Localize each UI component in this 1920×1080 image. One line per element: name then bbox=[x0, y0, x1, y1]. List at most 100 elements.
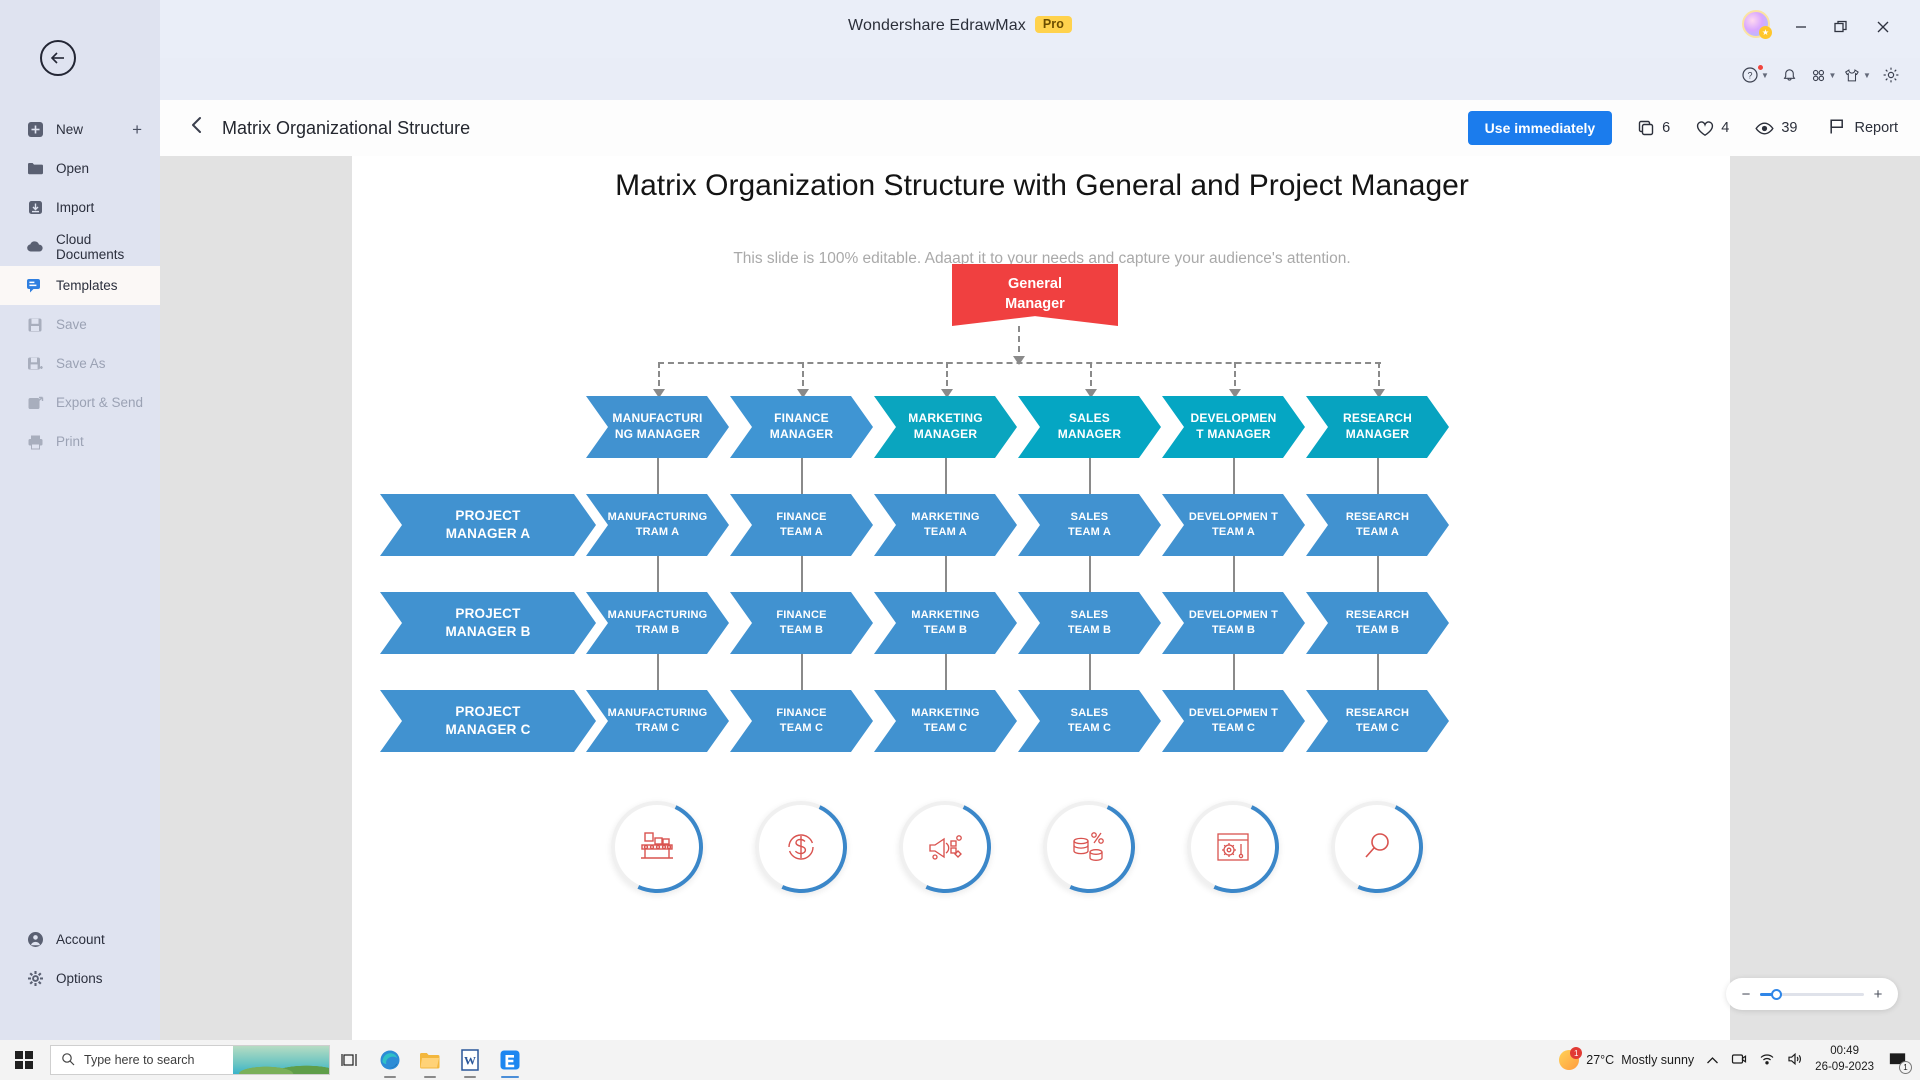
grid-apps-icon[interactable]: ▼ bbox=[1808, 61, 1838, 89]
sidebar-item-import[interactable]: Import bbox=[0, 188, 160, 227]
sidebar-item-new[interactable]: New + bbox=[0, 110, 160, 149]
sidebar-item-label: Account bbox=[56, 932, 105, 947]
save-as-icon bbox=[26, 355, 44, 373]
sidebar-item-cloud-documents[interactable]: Cloud Documents bbox=[0, 227, 160, 266]
node-matrix-a-2[interactable]: FINANCE TEAM A bbox=[730, 494, 873, 556]
back-button[interactable] bbox=[40, 40, 76, 76]
sidebar-item-account[interactable]: Account bbox=[0, 920, 160, 959]
windows-taskbar: Type here to search W 1 27°C Mostly sunn… bbox=[0, 1040, 1920, 1080]
network-wifi-icon[interactable] bbox=[1759, 1052, 1775, 1068]
zoom-slider-track[interactable] bbox=[1760, 988, 1864, 1000]
node-matrix-b-1[interactable]: MANUFACTURING TRAM B bbox=[586, 592, 729, 654]
footer-icon-dollar[interactable] bbox=[742, 788, 860, 906]
sidebar-item-save[interactable]: Save bbox=[0, 305, 160, 344]
node-matrix-b-6[interactable]: RESEARCH TEAM B bbox=[1306, 592, 1449, 654]
footer-icon-settings-window[interactable] bbox=[1174, 788, 1292, 906]
copies-stat[interactable]: 6 bbox=[1638, 120, 1670, 137]
edge-browser-icon[interactable] bbox=[370, 1040, 410, 1080]
theme-shirt-icon[interactable]: ▼ bbox=[1842, 61, 1872, 89]
word-icon[interactable]: W bbox=[450, 1040, 490, 1080]
gear-icon[interactable] bbox=[1876, 61, 1906, 89]
crown-icon: ★ bbox=[1759, 26, 1772, 39]
node-matrix-c-5[interactable]: DEVELOPMEN T TEAM C bbox=[1162, 690, 1305, 752]
sidebar-item-print[interactable]: Print bbox=[0, 422, 160, 461]
node-project-manager-b[interactable]: PROJECT MANAGER B bbox=[380, 592, 596, 654]
diagram-title: Matrix Organization Structure with Gener… bbox=[615, 169, 1469, 202]
import-icon bbox=[26, 199, 44, 217]
node-functional-manager-6[interactable]: RESEARCH MANAGER bbox=[1306, 396, 1449, 458]
footer-icon-conveyor[interactable] bbox=[598, 788, 716, 906]
canvas-area[interactable]: Matrix Organization Structure with Gener… bbox=[160, 156, 1920, 1040]
node-matrix-a-1[interactable]: MANUFACTURING TRAM A bbox=[586, 494, 729, 556]
start-button[interactable] bbox=[0, 1051, 48, 1069]
pro-badge: Pro bbox=[1034, 16, 1072, 33]
weather-widget[interactable]: 1 27°C Mostly sunny bbox=[1559, 1047, 1694, 1070]
footer-icon-megaphone[interactable] bbox=[886, 788, 1004, 906]
footer-icon-magnifier[interactable] bbox=[1318, 788, 1436, 906]
node-matrix-a-6[interactable]: RESEARCH TEAM A bbox=[1306, 494, 1449, 556]
node-matrix-a-5[interactable]: DEVELOPMEN T TEAM A bbox=[1162, 494, 1305, 556]
node-matrix-c-3[interactable]: MARKETING TEAM C bbox=[874, 690, 1017, 752]
onedrive-icon[interactable] bbox=[1731, 1052, 1747, 1069]
node-matrix-b-2[interactable]: FINANCE TEAM B bbox=[730, 592, 873, 654]
sidebar-item-open[interactable]: Open bbox=[0, 149, 160, 188]
node-matrix-c-4[interactable]: SALES TEAM C bbox=[1018, 690, 1161, 752]
sidebar-item-options[interactable]: Options bbox=[0, 959, 160, 998]
sidebar-item-export-send[interactable]: Export & Send bbox=[0, 383, 160, 422]
chevron-down-icon: ▼ bbox=[1761, 70, 1769, 80]
maximize-button[interactable] bbox=[1824, 14, 1858, 40]
zoom-out-button[interactable]: − bbox=[1740, 986, 1752, 1003]
node-matrix-b-4[interactable]: SALES TEAM B bbox=[1018, 592, 1161, 654]
add-new-button[interactable]: + bbox=[132, 120, 142, 140]
template-back-button[interactable] bbox=[186, 115, 208, 141]
zoom-in-button[interactable]: + bbox=[1872, 986, 1884, 1003]
node-functional-manager-4[interactable]: SALES MANAGER bbox=[1018, 396, 1161, 458]
minimize-button[interactable] bbox=[1784, 14, 1818, 40]
sidebar-item-label: Options bbox=[56, 971, 103, 986]
volume-icon[interactable] bbox=[1787, 1052, 1803, 1069]
node-functional-manager-1[interactable]: MANUFACTURI NG MANAGER bbox=[586, 396, 729, 458]
export-icon bbox=[26, 394, 44, 412]
node-general-manager[interactable]: General bbox=[952, 264, 1118, 326]
node-matrix-a-4[interactable]: SALES TEAM A bbox=[1018, 494, 1161, 556]
folder-icon bbox=[26, 160, 44, 178]
node-label: FINANCE TEAM A bbox=[776, 511, 827, 538]
close-button[interactable] bbox=[1866, 14, 1900, 40]
zoom-slider-knob[interactable] bbox=[1771, 988, 1783, 1000]
sidebar-item-templates[interactable]: Templates bbox=[0, 266, 160, 305]
node-project-manager-c[interactable]: PROJECT MANAGER C bbox=[380, 690, 596, 752]
file-explorer-icon[interactable] bbox=[410, 1040, 450, 1080]
views-stat[interactable]: 39 bbox=[1755, 120, 1797, 136]
windows-logo-icon bbox=[15, 1051, 33, 1069]
node-matrix-c-1[interactable]: MANUFACTURING TRAM C bbox=[586, 690, 729, 752]
node-functional-manager-2[interactable]: FINANCE MANAGER bbox=[730, 396, 873, 458]
bell-icon[interactable] bbox=[1774, 61, 1804, 89]
node-functional-manager-5[interactable]: DEVELOPMEN T MANAGER bbox=[1162, 396, 1305, 458]
avatar[interactable]: ★ bbox=[1742, 10, 1772, 39]
node-project-manager-a[interactable]: PROJECT MANAGER A bbox=[380, 494, 596, 556]
show-hidden-icons-chevron[interactable] bbox=[1706, 1053, 1719, 1068]
search-input[interactable]: Type here to search bbox=[50, 1045, 330, 1075]
use-immediately-button[interactable]: Use immediately bbox=[1467, 111, 1613, 145]
sidebar-item-save-as[interactable]: Save As bbox=[0, 344, 160, 383]
zoom-control[interactable]: − + bbox=[1726, 978, 1898, 1010]
node-matrix-c-2[interactable]: FINANCE TEAM C bbox=[730, 690, 873, 752]
node-matrix-c-6[interactable]: RESEARCH TEAM C bbox=[1306, 690, 1449, 752]
footer-icon-coins-percent[interactable] bbox=[1030, 788, 1148, 906]
report-button[interactable]: Report bbox=[1829, 118, 1898, 139]
report-label: Report bbox=[1854, 120, 1898, 136]
notification-center-button[interactable]: 1 bbox=[1886, 1049, 1912, 1074]
settings-window-icon bbox=[1187, 801, 1279, 893]
likes-stat[interactable]: 4 bbox=[1696, 120, 1729, 137]
node-matrix-b-3[interactable]: MARKETING TEAM B bbox=[874, 592, 1017, 654]
node-matrix-b-5[interactable]: DEVELOPMEN T TEAM B bbox=[1162, 592, 1305, 654]
node-label: MANUFACTURING TRAM C bbox=[607, 707, 708, 734]
help-icon[interactable]: ? ▼ bbox=[1740, 61, 1770, 89]
slide-canvas[interactable]: Matrix Organization Structure with Gener… bbox=[352, 156, 1730, 1040]
node-functional-manager-3[interactable]: MARKETING MANAGER bbox=[874, 396, 1017, 458]
task-view-icon[interactable] bbox=[330, 1040, 370, 1080]
edrawmax-icon[interactable] bbox=[490, 1040, 530, 1080]
node-matrix-a-3[interactable]: MARKETING TEAM A bbox=[874, 494, 1017, 556]
clock[interactable]: 00:49 26-09-2023 bbox=[1815, 1044, 1874, 1075]
account-icon bbox=[26, 931, 44, 949]
